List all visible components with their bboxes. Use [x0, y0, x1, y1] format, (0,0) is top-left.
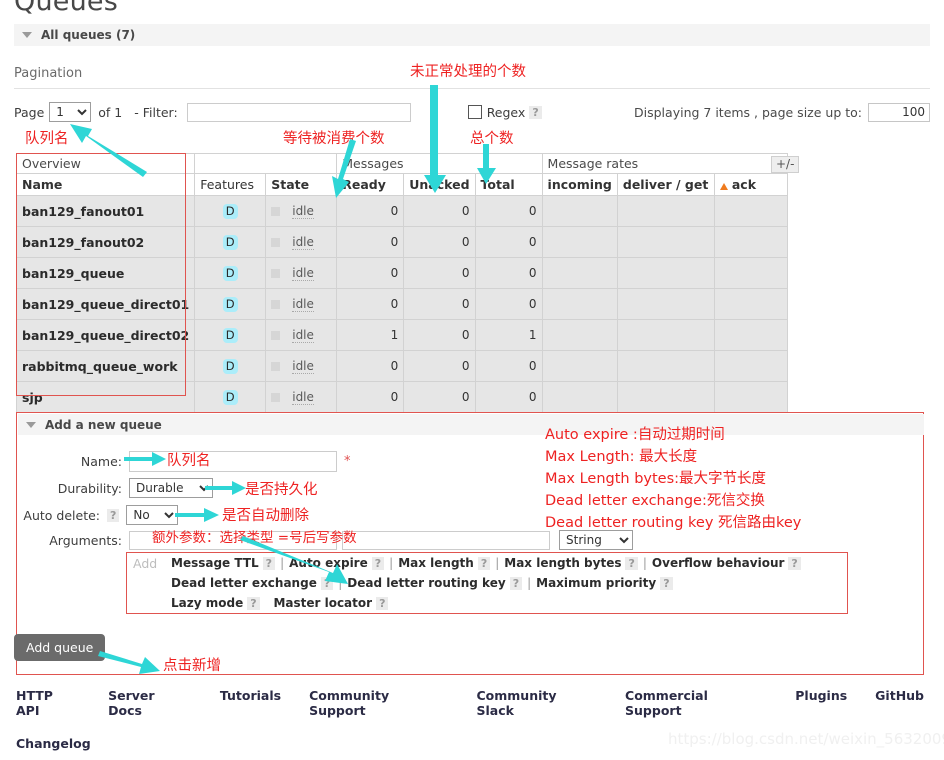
- annotation-arrows: [70, 85, 496, 674]
